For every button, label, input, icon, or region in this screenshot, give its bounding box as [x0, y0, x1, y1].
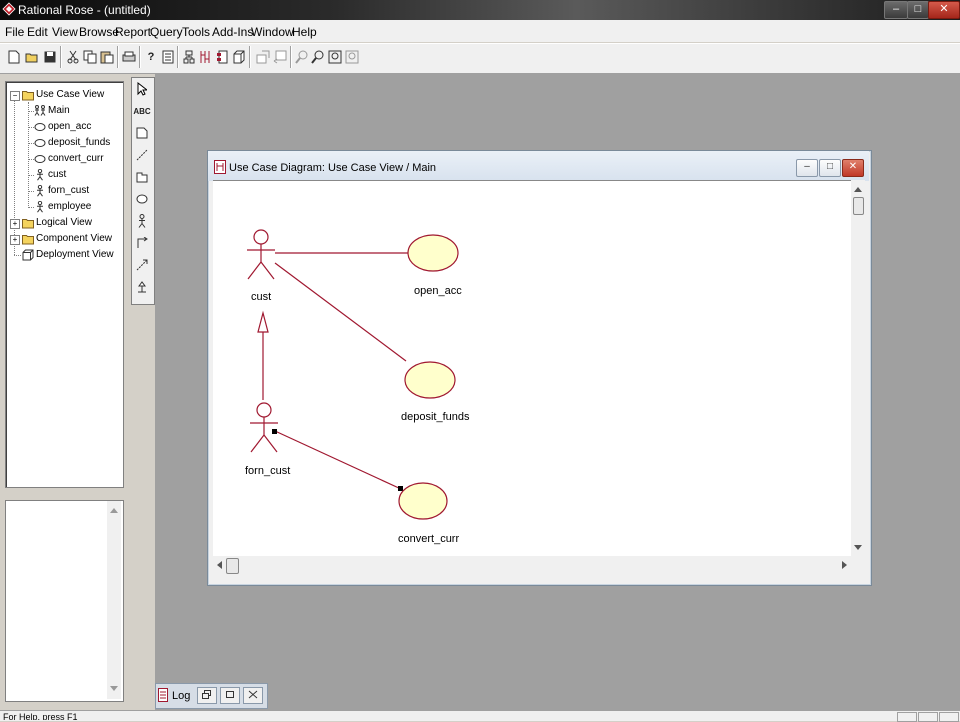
- menu-edit[interactable]: Edit: [27, 25, 48, 39]
- open-icon[interactable]: [22, 47, 42, 67]
- use-case-label-deposit-funds: deposit_funds: [401, 411, 470, 423]
- menu-help[interactable]: Help: [292, 25, 317, 39]
- diagram-window-title: Use Case Diagram: Use Case View / Main: [229, 162, 437, 174]
- actor-label-forn-cust: forn_cust: [245, 465, 291, 477]
- dependency-icon[interactable]: [133, 256, 151, 274]
- actor-tool-icon[interactable]: [133, 212, 151, 230]
- menu-report[interactable]: Report: [115, 25, 151, 39]
- actor-icon: [37, 201, 43, 213]
- minimize-button[interactable]: –: [884, 1, 908, 19]
- vertical-scroll-thumb[interactable]: [853, 197, 864, 215]
- actor-forn-cust-left-leg[interactable]: [250, 434, 265, 453]
- scroll-down-arrow-icon[interactable]: [110, 686, 118, 692]
- diagram-close-button[interactable]: ✕: [842, 159, 864, 177]
- scroll-up-arrow-icon[interactable]: [854, 186, 862, 192]
- log-icon: [158, 688, 168, 702]
- diagram-vertical-scrollbar[interactable]: [851, 180, 865, 556]
- menu-view[interactable]: View: [52, 25, 78, 39]
- rational-rose-icon: [2, 2, 16, 16]
- save-icon[interactable]: [40, 47, 60, 67]
- use-case-diagram-icon: [34, 105, 46, 116]
- status-panel: [897, 712, 917, 722]
- use-case-deposit-funds[interactable]: [404, 361, 456, 399]
- generalization-arrowhead[interactable]: [257, 310, 269, 333]
- menu-file[interactable]: File: [5, 25, 24, 39]
- log-label: Log: [172, 690, 191, 702]
- unidirectional-association-icon[interactable]: [133, 234, 151, 252]
- use-case-tool-icon[interactable]: [133, 190, 151, 208]
- log-maximize-icon[interactable]: [220, 687, 240, 704]
- menu-add-ins[interactable]: Add-Ins: [212, 25, 253, 39]
- package-icon[interactable]: [133, 168, 151, 186]
- selection-arrow-icon[interactable]: [133, 80, 151, 98]
- app-title: Rational Rose - (untitled): [18, 3, 151, 17]
- undo-fit-in-window-icon[interactable]: [342, 47, 362, 67]
- diagram-drawing: [247, 229, 459, 520]
- use-case-convert-curr[interactable]: [398, 482, 448, 520]
- use-case-label-convert-curr: convert_curr: [398, 533, 460, 545]
- horizontal-scroll-thumb[interactable]: [226, 558, 239, 574]
- log-restore-icon[interactable]: [197, 687, 217, 704]
- close-button[interactable]: ✕: [928, 1, 960, 19]
- use-case-label-open-acc: open_acc: [414, 285, 462, 297]
- use-case-icon: [34, 139, 46, 147]
- diagram-restore-button[interactable]: □: [819, 159, 841, 177]
- deployment-icon: [22, 249, 34, 261]
- association-forn-cust-convert-curr[interactable]: [274, 430, 402, 490]
- diagram-horizontal-scrollbar[interactable]: [213, 556, 851, 574]
- actor-forn-cust-right-leg[interactable]: [263, 434, 278, 453]
- diagram-minimize-button[interactable]: –: [796, 159, 818, 177]
- status-text: For Help, press F1: [3, 713, 78, 720]
- tree-expander-use-case-view[interactable]: −: [10, 91, 20, 101]
- use-case-icon: [34, 155, 46, 163]
- new-icon[interactable]: [4, 47, 24, 67]
- actor-label-cust: cust: [251, 291, 272, 303]
- print-icon[interactable]: [119, 47, 139, 67]
- menu-window[interactable]: Window: [251, 25, 294, 39]
- status-bar: [0, 710, 960, 721]
- selection-handle[interactable]: [272, 429, 277, 434]
- restore-button[interactable]: □: [907, 1, 929, 19]
- status-panel: [939, 712, 959, 722]
- actor-cust-right-leg[interactable]: [260, 261, 275, 280]
- menu-browse[interactable]: Browse: [79, 25, 119, 39]
- actor-cust-head[interactable]: [253, 229, 269, 245]
- scroll-right-arrow-icon[interactable]: [842, 561, 848, 569]
- scroll-up-arrow-icon[interactable]: [110, 507, 118, 513]
- generalization-icon[interactable]: [133, 278, 151, 296]
- menu-query[interactable]: Query: [150, 25, 183, 39]
- folder-icon: [22, 219, 34, 229]
- actor-cust-left-leg[interactable]: [247, 261, 262, 280]
- paste-icon[interactable]: [97, 47, 117, 67]
- actor-icon: [37, 185, 43, 197]
- tree-expander-component-view[interactable]: +: [10, 235, 20, 245]
- actor-forn-cust-head[interactable]: [256, 402, 272, 418]
- folder-icon: [22, 91, 34, 101]
- documentation-window-icon[interactable]: [158, 47, 178, 67]
- status-panel: [918, 712, 938, 722]
- scroll-left-arrow-icon[interactable]: [216, 561, 222, 569]
- tree-expander-logical-view[interactable]: +: [10, 219, 20, 229]
- documentation-scrollbar[interactable]: [107, 501, 121, 699]
- menu-tools[interactable]: Tools: [182, 25, 210, 39]
- use-case-diagram-icon: [214, 160, 226, 174]
- browse-deployment-diagram-icon[interactable]: [229, 47, 249, 67]
- log-close-icon[interactable]: [243, 687, 263, 704]
- selection-handle[interactable]: [398, 486, 403, 491]
- folder-icon: [22, 235, 34, 245]
- use-case-open-acc[interactable]: [407, 234, 459, 272]
- text-box-icon[interactable]: ABC: [133, 102, 151, 120]
- actor-icon: [37, 169, 43, 181]
- scroll-down-arrow-icon[interactable]: [854, 545, 862, 551]
- browse-previous-diagram-icon[interactable]: [270, 47, 290, 67]
- note-icon[interactable]: [133, 124, 151, 142]
- association-cust-deposit-funds[interactable]: [274, 262, 407, 362]
- use-case-icon: [34, 123, 46, 131]
- anchor-note-icon[interactable]: [133, 146, 151, 164]
